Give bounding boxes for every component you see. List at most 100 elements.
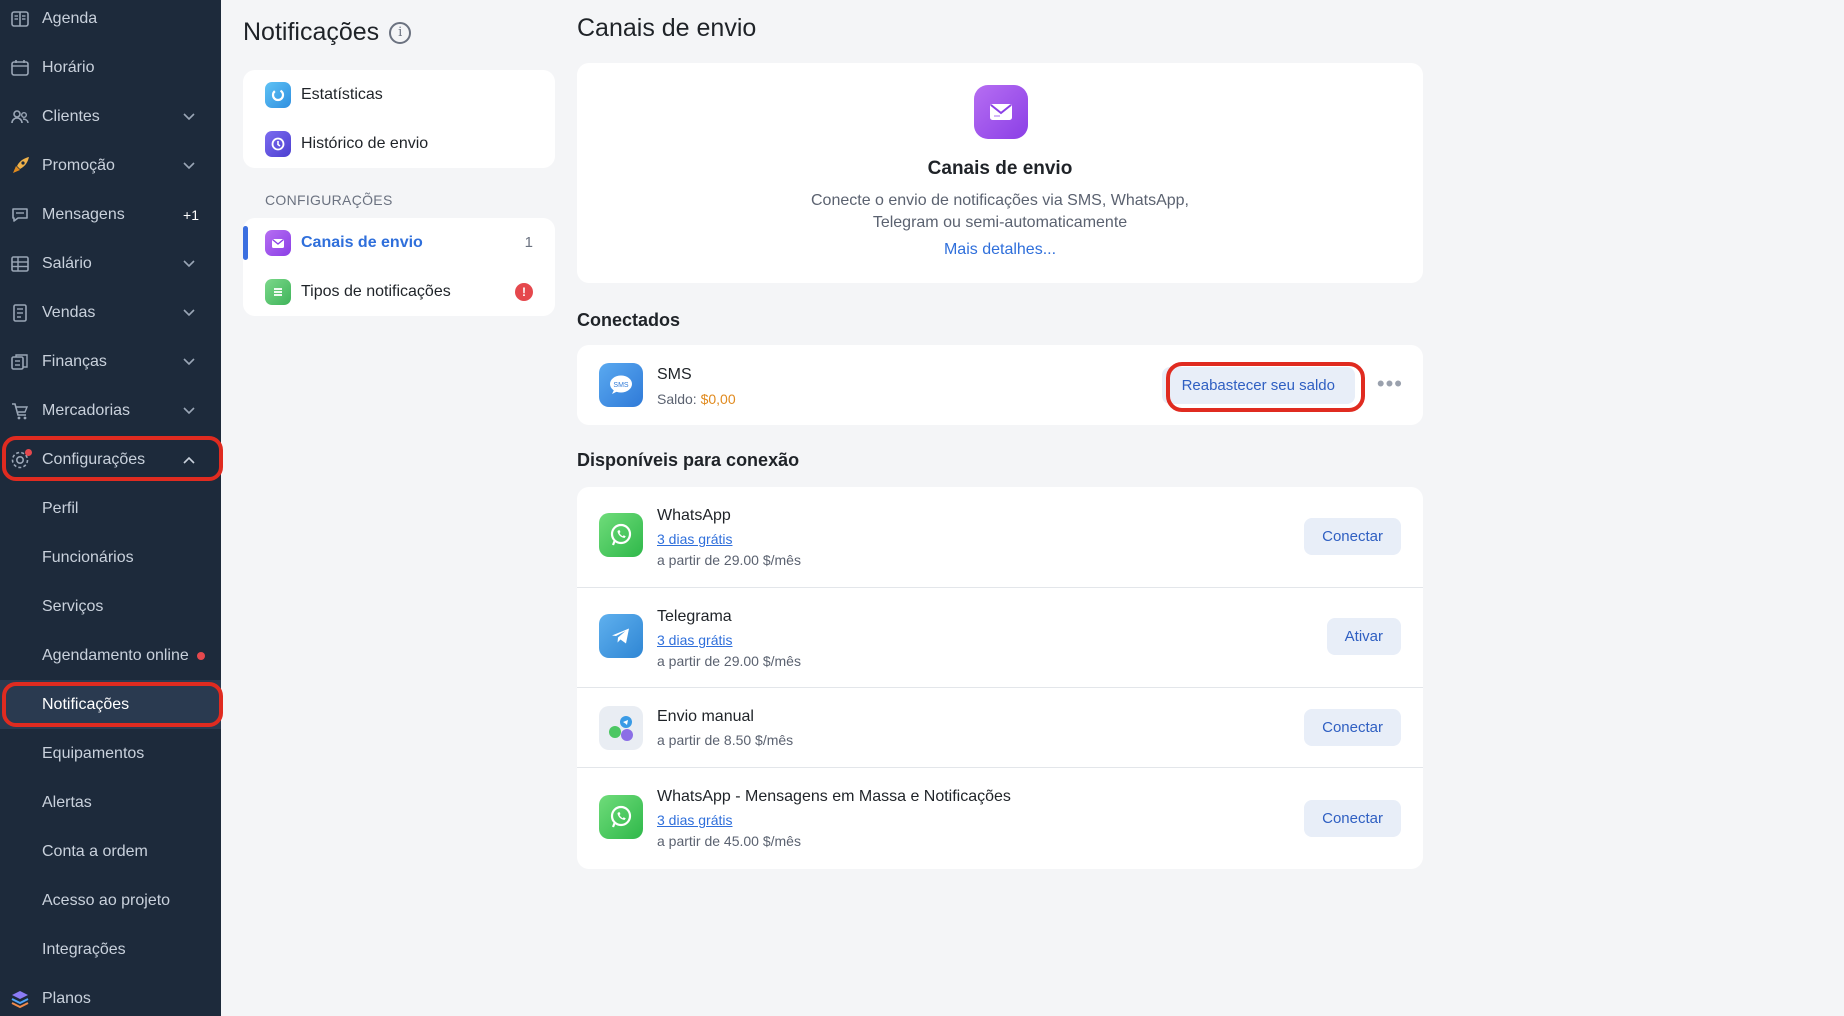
connect-button[interactable]: Conectar — [1304, 800, 1401, 837]
sidebar-subitem-integracoes[interactable]: Integrações — [0, 925, 221, 974]
balance-value: $0,00 — [700, 391, 736, 407]
alert-icon: ! — [515, 282, 533, 301]
receipt-icon — [8, 301, 32, 325]
gear-icon — [8, 448, 32, 472]
menu-item-label: Canais de envio — [301, 233, 423, 251]
channel-name: Envio manual — [657, 708, 754, 725]
sidebar-subitem-label: Perfil — [42, 499, 79, 517]
sidebar-subitem-servicos[interactable]: Serviços — [0, 582, 221, 631]
sidebar-item-mensagens[interactable]: Mensagens +1 — [0, 190, 221, 239]
sidebar-item-planos[interactable]: Planos — [0, 974, 221, 1016]
menu-item-tipos-de-notificacoes[interactable]: Tipos de notificações ! — [243, 267, 555, 316]
chevron-down-icon — [179, 112, 199, 121]
sidebar-item-clientes[interactable]: Clientes — [0, 92, 221, 141]
history-icon — [265, 130, 291, 157]
activate-button[interactable]: Ativar — [1326, 618, 1401, 655]
page-title: Canais de envio — [577, 14, 757, 42]
envelope-icon — [974, 85, 1028, 139]
hero-description-line: Telegram ou semi-automaticamente — [872, 214, 1128, 231]
sidebar-subitem-alertas[interactable]: Alertas — [0, 778, 221, 827]
info-icon[interactable]: i — [389, 21, 412, 44]
whatsapp-icon — [599, 513, 643, 557]
hero-title: Canais de envio — [927, 158, 1073, 179]
table-icon — [8, 252, 32, 276]
menu-item-label: Histórico de envio — [301, 134, 429, 152]
channel-balance: Saldo: $0,00 — [657, 391, 736, 407]
chevron-down-icon — [179, 308, 199, 317]
menu-item-count: 1 — [524, 234, 533, 251]
sidebar-item-label: Finanças — [42, 352, 107, 370]
calendar-icon — [8, 56, 32, 80]
available-heading: Disponíveis para conexão — [577, 450, 800, 470]
sidebar-subitem-equipamentos[interactable]: Equipamentos — [0, 729, 221, 778]
sidebar-item-mercadorias[interactable]: Mercadorias — [0, 386, 221, 435]
sidebar-item-horario[interactable]: Horário — [0, 43, 221, 92]
chevron-down-icon — [179, 259, 199, 268]
layers-icon — [8, 987, 32, 1011]
notification-dot — [196, 651, 205, 660]
sidebar-item-promocao[interactable]: Promoção — [0, 141, 221, 190]
channel-price: a partir de 29.00 $/mês — [657, 653, 801, 669]
trial-link[interactable]: 3 dias grátis — [657, 531, 732, 547]
channel-row-envio-manual: Envio manual a partir de 8.50 $/mês Cone… — [577, 688, 1423, 768]
sidebar-item-label: Vendas — [42, 303, 96, 321]
sidebar-item-financas[interactable]: Finanças — [0, 337, 221, 386]
channel-name: WhatsApp — [657, 507, 731, 524]
whatsapp-icon — [599, 795, 643, 839]
users-icon — [8, 105, 32, 129]
sidebar-subitem-perfil[interactable]: Perfil — [0, 484, 221, 533]
sidebar-item-label: Planos — [42, 989, 91, 1007]
sidebar-subitem-label: Integrações — [42, 940, 126, 958]
menu-item-estatisticas[interactable]: Estatísticas — [243, 70, 555, 119]
channel-row-whatsapp-mass: WhatsApp - Mensagens em Massa e Notifica… — [577, 768, 1423, 868]
notifications-menu-card: Estatísticas Histórico de envio — [243, 70, 555, 168]
svg-text:SMS: SMS — [613, 382, 629, 389]
more-options-icon[interactable]: ••• — [1377, 371, 1403, 397]
channel-name: WhatsApp - Mensagens em Massa e Notifica… — [657, 788, 1011, 805]
menu-item-historico[interactable]: Histórico de envio — [243, 119, 555, 168]
chevron-down-icon — [179, 406, 199, 415]
sidebar-item-label: Mercadorias — [42, 401, 131, 419]
unread-badge: +1 — [183, 206, 199, 223]
trial-link[interactable]: 3 dias grátis — [657, 632, 732, 648]
channel-name: Telegrama — [657, 608, 732, 625]
sidebar-item-label: Clientes — [42, 107, 100, 125]
sidebar-item-label: Configurações — [42, 450, 146, 468]
active-indicator — [243, 226, 248, 260]
connected-heading: Conectados — [577, 310, 681, 330]
coins-icon — [8, 350, 32, 374]
top-up-balance-button[interactable]: Reabastecer seu saldo — [1161, 367, 1355, 404]
sidebar-subitem-label: Equipamentos — [42, 744, 145, 762]
sidebar-item-agenda[interactable]: Agenda — [0, 0, 221, 43]
sidebar-item-vendas[interactable]: Vendas — [0, 288, 221, 337]
sidebar-subitem-conta-a-ordem[interactable]: Conta a ordem — [0, 827, 221, 876]
channel-row-telegram: Telegrama 3 dias grátis a partir de 29.0… — [577, 588, 1423, 688]
channel-name: SMS — [657, 366, 692, 383]
more-details-link[interactable]: Mais detalhes... — [577, 241, 1423, 259]
sidebar-item-label: Promoção — [42, 156, 115, 174]
sidebar-item-configuracoes[interactable]: Configurações — [0, 435, 221, 484]
sidebar-subitem-funcionarios[interactable]: Funcionários — [0, 533, 221, 582]
page-title: Notificações — [243, 18, 380, 46]
menu-item-canais-de-envio[interactable]: Canais de envio 1 — [243, 218, 555, 267]
trial-link[interactable]: 3 dias grátis — [657, 812, 732, 828]
connect-button[interactable]: Conectar — [1304, 518, 1401, 555]
sms-icon: SMS — [599, 363, 643, 407]
menu-item-label: Tipos de notificações — [301, 282, 451, 300]
chevron-up-icon — [179, 456, 199, 464]
sidebar-subitem-acesso-ao-projeto[interactable]: Acesso ao projeto — [0, 876, 221, 925]
envelope-icon — [265, 229, 291, 256]
stats-icon — [265, 81, 291, 108]
config-menu-card: Canais de envio 1 Tipos de notificações … — [243, 218, 555, 316]
rocket-icon — [8, 154, 32, 178]
sidebar-subitem-notificacoes[interactable]: Notificações — [0, 680, 221, 729]
channel-price: a partir de 45.00 $/mês — [657, 833, 801, 849]
chevron-down-icon — [179, 161, 199, 170]
connect-button[interactable]: Conectar — [1304, 709, 1401, 746]
sidebar-subitem-label: Acesso ao projeto — [42, 891, 171, 909]
notifications-section-title: Notificações i — [243, 18, 412, 47]
sidebar-item-salario[interactable]: Salário — [0, 239, 221, 288]
sidebar-subitem-agendamento-online[interactable]: Agendamento online — [0, 631, 221, 680]
sidebar-subitem-label: Alertas — [42, 793, 92, 811]
sidebar-item-label: Horário — [42, 58, 95, 76]
